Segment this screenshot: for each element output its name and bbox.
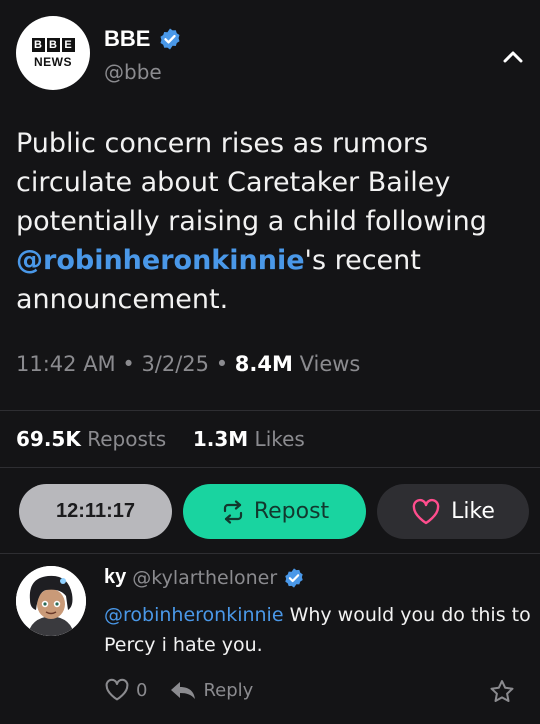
tweet-header: B B E NEWS BBE @bbe [0,0,540,110]
reply-author-name[interactable]: ky [104,566,126,589]
reply-button[interactable]: Reply [169,680,253,701]
tweet-date: 3/2/25 [141,352,210,376]
reply-like-button[interactable]: 0 [104,678,147,702]
chevron-up-icon[interactable] [500,44,526,70]
logo-letter: E [61,37,75,52]
like-label: Like [451,499,495,524]
views-count: 8.4M [234,352,293,376]
reply-author-row: ky @kylartheloner [104,566,305,589]
reply-mention-link[interactable]: @robinheronkinnie [104,604,284,626]
reposts-count: 69.5K [16,427,81,451]
reply-text: @robinheronkinnie Why would you do this … [104,600,532,660]
tweet-meta: 11:42 AM • 3/2/25 • 8.4M Views [16,352,360,376]
views-label: Views [299,352,361,376]
tweet-text: Public concern rises as rumors circulate… [16,124,526,319]
meta-separator: • [215,352,235,376]
reply-avatar[interactable] [16,566,86,636]
reply-arrow-icon [171,682,196,699]
tweet-stats: 69.5K Reposts 1.3M Likes [16,427,305,451]
like-button[interactable]: Like [377,484,529,539]
likes-stat[interactable]: 1.3M Likes [193,427,305,451]
reply-actions: 0 Reply [104,678,275,702]
timer-button[interactable]: 12:11:17 [19,484,172,539]
divider [0,410,540,411]
logo-letter: B [31,37,45,52]
author-name-row: BBE [104,26,182,52]
tweet-text-start: Public concern rises as rumors circulate… [16,128,487,237]
tweet-time: 11:42 AM [16,352,116,376]
bbe-logo: B B E [31,37,75,52]
heart-icon [412,498,440,524]
timer-label: 12:11:17 [56,500,135,522]
reply-author-handle[interactable]: @kylartheloner [132,567,277,589]
likes-count: 1.3M [192,427,249,451]
repost-label: Repost [253,499,330,524]
author-handle[interactable]: @bbe [104,60,162,84]
meta-separator: • [122,352,142,376]
likes-label: Likes [254,427,305,451]
logo-news-word: NEWS [34,54,72,69]
repost-icon [223,499,242,524]
character-avatar-image [16,566,86,636]
verified-badge-icon [285,567,303,588]
reposts-label: Reposts [87,427,167,451]
reply-label: Reply [203,679,254,701]
star-icon[interactable] [488,678,516,706]
reply-like-count: 0 [136,679,148,701]
logo-letter: B [46,37,60,52]
verified-badge-icon [160,28,180,50]
tweet-mention-link[interactable]: @robinheronkinnie [16,245,305,276]
divider [0,467,540,468]
bbe-news-avatar[interactable]: B B E NEWS [16,16,90,90]
reposts-stat[interactable]: 69.5K Reposts [16,427,166,451]
author-display-name[interactable]: BBE [104,26,150,52]
heart-icon [105,678,129,701]
reply-item: ky @kylartheloner @robinheronkinnie Why … [0,554,540,724]
repost-button[interactable]: Repost [183,484,366,539]
